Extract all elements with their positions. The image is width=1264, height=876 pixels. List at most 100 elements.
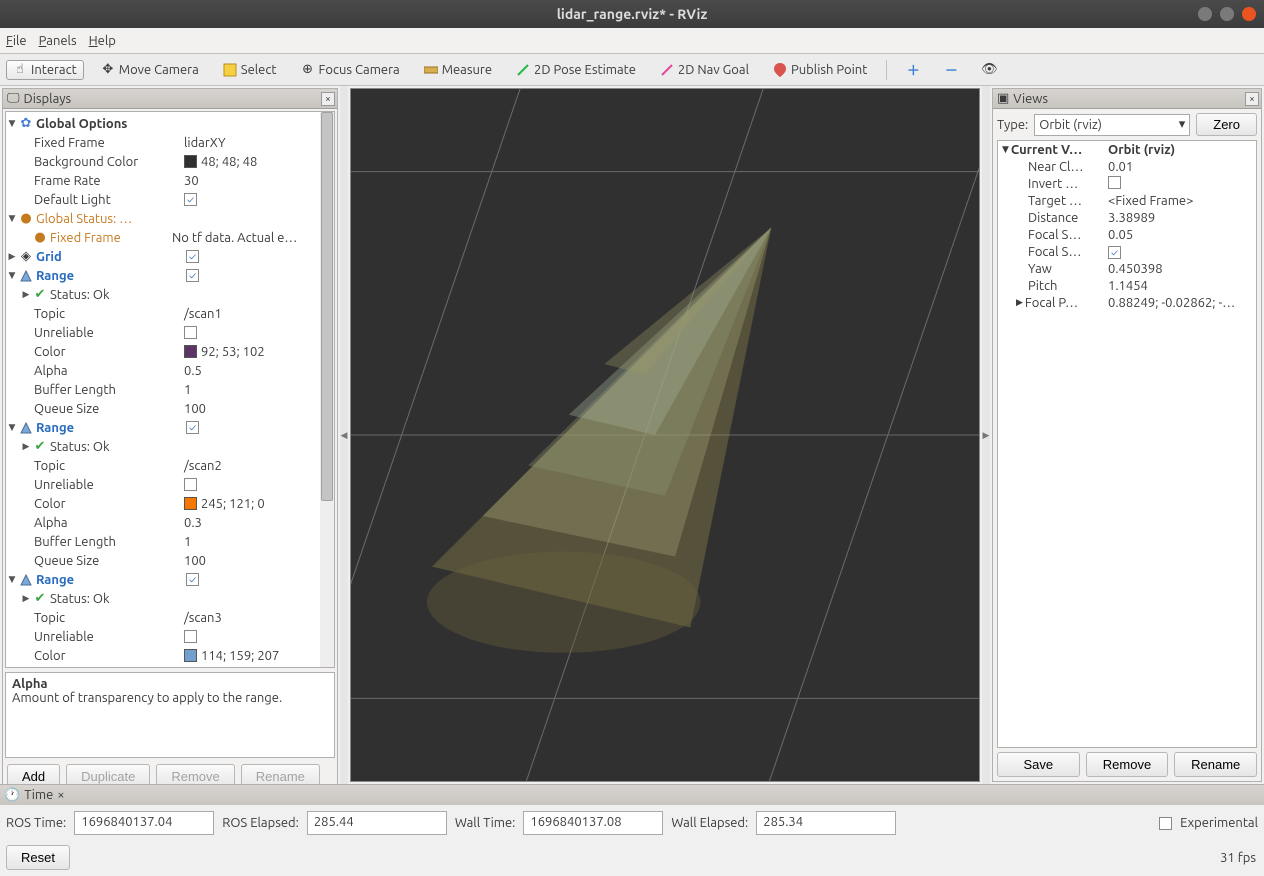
tool-move-camera[interactable]: ✥ Move Camera [94, 60, 206, 80]
right-splitter[interactable]: ▶ [982, 86, 990, 784]
displays-close-button[interactable]: × [321, 92, 335, 106]
time-title: Time [24, 788, 53, 802]
tool-remove[interactable]: － [937, 60, 965, 80]
save-view-button[interactable]: Save [997, 752, 1080, 777]
time-panel-header[interactable]: 🕐 Time × [0, 785, 1264, 805]
wall-time-label: Wall Time: [455, 816, 516, 830]
ros-elapsed-field[interactable]: 285.44 [307, 811, 447, 835]
displays-title: Displays [24, 92, 72, 106]
tree-range1-alpha[interactable]: Alpha0.5 [6, 361, 334, 380]
desc-body: Amount of transparency to apply to the r… [12, 691, 328, 705]
window-close-button[interactable] [1242, 7, 1256, 21]
views-close-button[interactable]: × [1245, 92, 1259, 106]
displays-tree[interactable]: ✿Global Options Fixed FramelidarXY Backg… [6, 112, 334, 667]
reset-button[interactable]: Reset [6, 845, 70, 870]
rename-view-button[interactable]: Rename [1174, 752, 1257, 777]
camera-icon: ▣ [997, 91, 1009, 106]
tree-range1-buffer[interactable]: Buffer Length1 [6, 380, 334, 399]
tree-range2-color[interactable]: Color245; 121; 0 [6, 494, 334, 513]
tree-range2-queue[interactable]: Queue Size100 [6, 551, 334, 570]
ok-icon: ✔ [32, 440, 48, 454]
view-type-label: Type: [997, 118, 1028, 132]
measure-icon [424, 63, 438, 77]
bg-color-swatch [184, 155, 197, 168]
displays-panel-header[interactable]: 🖵 Displays × [3, 89, 337, 109]
window-titlebar: lidar_range.rviz* - RViz [0, 0, 1264, 28]
tool-add[interactable]: ＋ [899, 60, 927, 80]
experimental-checkbox[interactable] [1159, 817, 1172, 830]
wall-elapsed-label: Wall Elapsed: [671, 816, 748, 830]
tree-fixed-frame[interactable]: Fixed FramelidarXY [6, 133, 334, 152]
tree-default-light[interactable]: Default Light✓ [6, 190, 334, 209]
tool-interact[interactable]: ☝ Interact [6, 60, 84, 80]
range3-checkbox[interactable]: ✓ [186, 573, 199, 586]
ok-icon: ✔ [32, 592, 48, 606]
zero-button[interactable]: Zero [1196, 113, 1257, 136]
range2-checkbox[interactable]: ✓ [186, 421, 199, 434]
tree-range1-unreliable[interactable]: Unreliable [6, 323, 334, 342]
menu-help[interactable]: Help [89, 34, 116, 48]
tree-bg-color[interactable]: Background Color48; 48; 48 [6, 152, 334, 171]
window-minimize-button[interactable] [1198, 7, 1212, 21]
focus-camera-icon: ⊕ [301, 63, 315, 77]
tree-range-2[interactable]: Range✓ [6, 418, 334, 437]
tree-range2-unreliable[interactable]: Unreliable [6, 475, 334, 494]
3d-viewport[interactable] [350, 88, 980, 782]
tree-range3-unreliable[interactable]: Unreliable [6, 627, 334, 646]
tree-range-1[interactable]: Range✓ [6, 266, 334, 285]
wall-elapsed-field[interactable]: 285.34 [756, 811, 896, 835]
menu-file[interactable]: File [6, 34, 27, 48]
range1-unreliable-checkbox[interactable] [184, 326, 197, 339]
tree-frame-rate[interactable]: Frame Rate30 [6, 171, 334, 190]
tree-range2-topic[interactable]: Topic/scan2 [6, 456, 334, 475]
range2-unreliable-checkbox[interactable] [184, 478, 197, 491]
tool-publish-point[interactable]: Publish Point [766, 60, 874, 80]
eye-icon: 👁 [982, 63, 996, 77]
tree-range1-status[interactable]: ✔Status: Ok [6, 285, 334, 304]
tree-range2-buffer[interactable]: Buffer Length1 [6, 532, 334, 551]
view-type-combo[interactable]: Orbit (rviz) ▾ [1034, 114, 1190, 136]
toolbar-separator [886, 60, 887, 80]
tool-measure[interactable]: Measure [417, 60, 499, 80]
tree-global-options[interactable]: ✿Global Options [6, 114, 334, 133]
grid-checkbox[interactable]: ✓ [186, 250, 199, 263]
window-maximize-button[interactable] [1220, 7, 1234, 21]
tree-range2-alpha[interactable]: Alpha0.3 [6, 513, 334, 532]
tree-range2-status[interactable]: ✔Status: Ok [6, 437, 334, 456]
left-splitter[interactable]: ◀ [340, 86, 348, 784]
tree-grid[interactable]: ◈Grid✓ [6, 247, 334, 266]
toolbar: ☝ Interact ✥ Move Camera Select ⊕ Focus … [0, 54, 1264, 86]
tool-eye[interactable]: 👁 [975, 60, 1003, 80]
tree-range1-queue[interactable]: Queue Size100 [6, 399, 334, 418]
range3-unreliable-checkbox[interactable] [184, 630, 197, 643]
default-light-checkbox[interactable]: ✓ [184, 193, 197, 206]
tree-global-status[interactable]: ●Global Status: … [6, 209, 334, 228]
tree-range-3[interactable]: Range✓ [6, 570, 334, 589]
ros-time-field[interactable]: 1696840137.04 [74, 811, 214, 835]
tool-focus-camera[interactable]: ⊕ Focus Camera [294, 60, 407, 80]
ros-time-label: ROS Time: [6, 816, 66, 830]
tree-range3-color[interactable]: Color114; 159; 207 [6, 646, 334, 665]
tree-range1-color[interactable]: Color92; 53; 102 [6, 342, 334, 361]
tool-select[interactable]: Select [216, 60, 284, 80]
views-tree[interactable]: ▼ Current V…Orbit (rviz) Near Cl…0.01 In… [997, 140, 1257, 748]
tree-fixed-frame-error[interactable]: ●Fixed FrameNo tf data. Actual e… [6, 228, 334, 247]
tree-range3-topic[interactable]: Topic/scan3 [6, 608, 334, 627]
range-icon [18, 573, 34, 587]
focal-shape-checkbox[interactable]: ✓ [1108, 246, 1121, 259]
range1-checkbox[interactable]: ✓ [186, 269, 199, 282]
views-panel-header[interactable]: ▣ Views × [993, 89, 1261, 109]
invert-checkbox[interactable] [1108, 176, 1121, 189]
tool-2d-nav-goal[interactable]: 2D Nav Goal [653, 60, 756, 80]
displays-scrollbar[interactable] [320, 112, 334, 667]
tool-2d-pose-estimate[interactable]: 2D Pose Estimate [509, 60, 643, 80]
experimental-label: Experimental [1180, 816, 1258, 830]
clock-icon: 🕐 [4, 788, 20, 803]
tree-range3-status[interactable]: ✔Status: Ok [6, 589, 334, 608]
menu-panels[interactable]: Panels [39, 34, 77, 48]
tree-range1-topic[interactable]: Topic/scan1 [6, 304, 334, 323]
time-close-button[interactable]: × [57, 788, 64, 802]
remove-view-button[interactable]: Remove [1086, 752, 1169, 777]
wall-time-field[interactable]: 1696840137.08 [523, 811, 663, 835]
range2-color-swatch [184, 497, 197, 510]
